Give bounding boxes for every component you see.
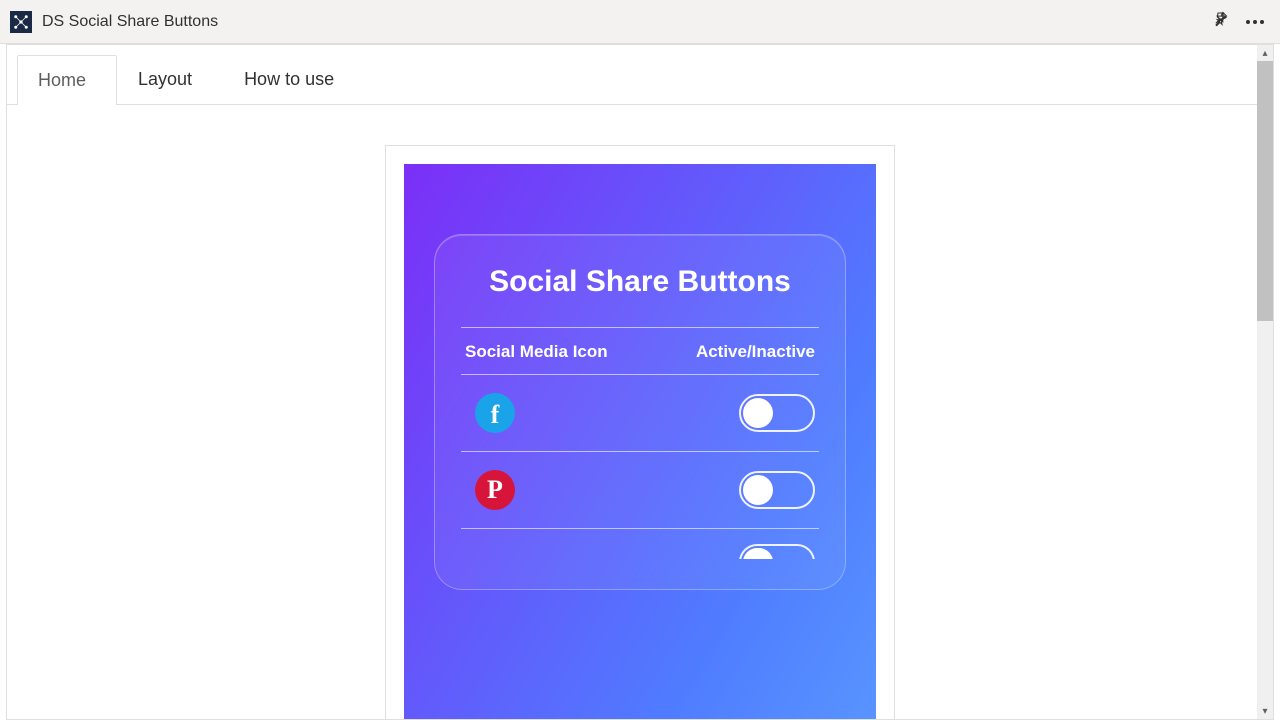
facebook-toggle[interactable] bbox=[739, 394, 815, 432]
facebook-icon: f bbox=[475, 393, 515, 433]
scroll-up-arrow[interactable]: ▴ bbox=[1257, 45, 1273, 61]
table-row: P bbox=[461, 452, 819, 528]
settings-panel: Social Share Buttons Social Media Icon A… bbox=[434, 234, 846, 590]
preview-card: Social Share Buttons Social Media Icon A… bbox=[385, 145, 895, 719]
toggle-knob bbox=[743, 398, 773, 428]
partial-toggle[interactable] bbox=[739, 544, 815, 559]
app-icon bbox=[10, 11, 32, 33]
pinterest-toggle[interactable] bbox=[739, 471, 815, 509]
toggle-knob bbox=[743, 548, 773, 559]
scroll-thumb[interactable] bbox=[1257, 61, 1273, 321]
table-row: f bbox=[461, 375, 819, 451]
title-bar: DS Social Share Buttons bbox=[0, 0, 1280, 44]
title-bar-right bbox=[1212, 11, 1270, 32]
col-header-icon: Social Media Icon bbox=[465, 342, 608, 362]
gradient-panel: Social Share Buttons Social Media Icon A… bbox=[404, 164, 876, 719]
col-header-status: Active/Inactive bbox=[696, 342, 815, 362]
toggle-knob bbox=[743, 475, 773, 505]
scroll-down-arrow[interactable]: ▾ bbox=[1257, 703, 1273, 719]
title-bar-left: DS Social Share Buttons bbox=[10, 11, 218, 33]
table-header: Social Media Icon Active/Inactive bbox=[461, 328, 819, 374]
content-area: Home Layout How to use Social Share Butt… bbox=[6, 44, 1274, 720]
pin-icon[interactable] bbox=[1212, 11, 1228, 32]
more-options-icon[interactable] bbox=[1246, 20, 1264, 24]
canvas-area: Social Share Buttons Social Media Icon A… bbox=[7, 105, 1273, 719]
vertical-scrollbar[interactable]: ▴ ▾ bbox=[1257, 45, 1273, 719]
tab-how-to-use[interactable]: How to use bbox=[223, 54, 365, 104]
panel-title: Social Share Buttons bbox=[461, 265, 819, 299]
tab-home[interactable]: Home bbox=[17, 55, 117, 105]
table-row-partial bbox=[461, 529, 819, 559]
app-title: DS Social Share Buttons bbox=[42, 13, 218, 31]
tab-layout[interactable]: Layout bbox=[117, 54, 223, 104]
pinterest-icon: P bbox=[475, 470, 515, 510]
tab-bar: Home Layout How to use bbox=[7, 45, 1273, 105]
